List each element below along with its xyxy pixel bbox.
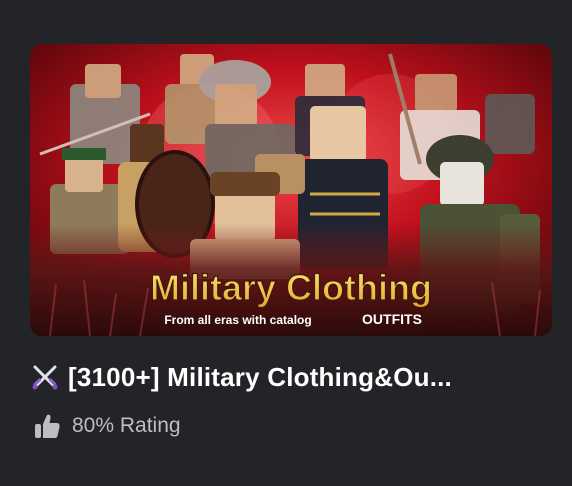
game-title: [3100+] Military Clothing&Ou... <box>68 361 452 392</box>
thumbs-up-icon <box>35 414 60 438</box>
game-card[interactable]: Military Clothing From all eras with cat… <box>0 0 572 486</box>
thumbnail-title: Military Clothing <box>150 267 432 308</box>
game-thumbnail[interactable]: Military Clothing From all eras with cat… <box>30 44 552 336</box>
crossed-swords-icon <box>32 365 58 390</box>
thumbnail-subtitle: From all eras with catalog <box>164 313 311 327</box>
rating-label: 80% Rating <box>72 414 181 437</box>
rating-row: 80% Rating <box>32 410 181 442</box>
game-title-row[interactable]: [3100+] Military Clothing&Ou... <box>30 360 552 394</box>
thumbnail-badge: OUTFITS <box>362 311 422 327</box>
